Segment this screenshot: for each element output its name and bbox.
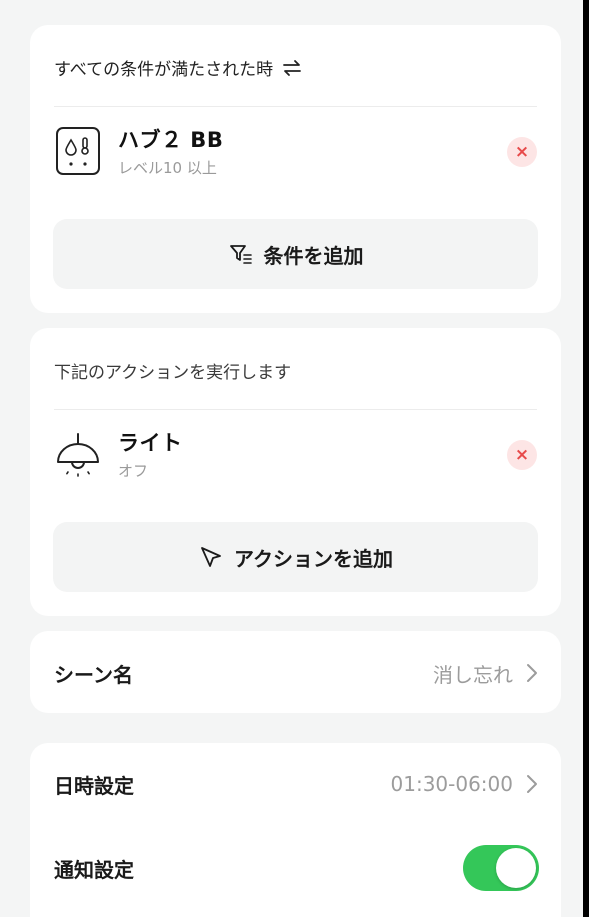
- condition-item-subtitle: レベル10 以上: [118, 159, 217, 177]
- action-header: 下記のアクションを実行します: [54, 363, 292, 383]
- send-icon: [198, 544, 224, 570]
- scene-name-label: シーン名: [54, 662, 133, 687]
- condition-header-text: すべての条件が満たされた時: [54, 60, 274, 80]
- add-condition-label: 条件を追加: [263, 243, 364, 268]
- action-card: 下記のアクションを実行します ライト オフ × アクションを追加: [30, 328, 561, 616]
- action-item-title: ライト: [118, 431, 183, 455]
- time-setting-label: 日時設定: [54, 773, 134, 798]
- remove-condition-button[interactable]: ×: [507, 137, 537, 167]
- remove-action-button[interactable]: ×: [507, 440, 537, 470]
- condition-item-title: ハブ２ BB: [118, 128, 224, 152]
- condition-header: すべての条件が満たされた時: [54, 55, 303, 80]
- hub-device-icon: [54, 127, 102, 175]
- add-action-button[interactable]: アクションを追加: [53, 522, 538, 592]
- scene-name-value-group: 消し忘れ: [433, 659, 539, 688]
- scene-name-card[interactable]: シーン名 消し忘れ: [30, 631, 561, 713]
- settings-card: 日時設定 01:30-06:00 通知設定: [30, 743, 561, 917]
- condition-card: すべての条件が満たされた時 ハブ２ BB レベル10 以上 × 条件を追加: [30, 25, 561, 313]
- ceiling-light-icon: [54, 430, 102, 478]
- chevron-right-icon: [525, 663, 539, 683]
- toggle-knob: [496, 848, 536, 888]
- action-item[interactable]: ライト オフ ×: [54, 420, 537, 490]
- add-condition-button[interactable]: 条件を追加: [53, 219, 538, 289]
- notification-toggle[interactable]: [463, 845, 539, 891]
- filter-icon: [228, 241, 254, 267]
- scene-name-row[interactable]: シーン名 消し忘れ: [54, 653, 539, 693]
- condition-item[interactable]: ハブ２ BB レベル10 以上 ×: [54, 117, 537, 187]
- add-action-label: アクションを追加: [234, 546, 393, 571]
- time-setting-value-group: 01:30-06:00: [391, 772, 540, 796]
- time-setting-value: 01:30-06:00: [390, 772, 514, 796]
- notification-setting-row: 通知設定: [54, 845, 539, 891]
- time-setting-row[interactable]: 日時設定 01:30-06:00: [54, 763, 539, 805]
- action-item-subtitle: オフ: [118, 462, 149, 480]
- notification-setting-label: 通知設定: [54, 857, 134, 882]
- scene-name-value: 消し忘れ: [433, 662, 513, 687]
- chevron-right-icon: [525, 774, 539, 794]
- divider: [54, 106, 537, 107]
- scrollbar-track: [583, 0, 589, 917]
- divider: [54, 409, 537, 410]
- swap-icon[interactable]: [281, 59, 303, 77]
